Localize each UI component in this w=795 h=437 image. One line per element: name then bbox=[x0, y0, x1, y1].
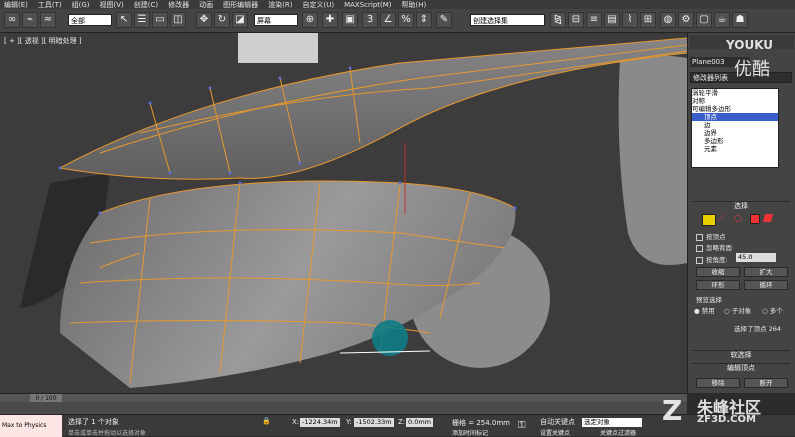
select-manipulate-icon[interactable]: ✚ bbox=[322, 12, 338, 28]
youku-watermark: YOUKU bbox=[726, 38, 774, 52]
selection-filter-dropdown[interactable]: 全部 bbox=[68, 14, 112, 26]
viewport-label[interactable]: [ + ][ 透视 ][ 明暗处理 ] bbox=[4, 36, 82, 46]
zf-logo-icon: Z bbox=[662, 394, 683, 427]
main-toolbar: ∞ ⌁ ≈ 全部 ↖ ☰ ▭ ◫ ✥ ↻ ◪ 屏幕 ⊕ ✚ ▣ 3 ∠ % ⇕ … bbox=[0, 9, 795, 33]
align-icon[interactable]: ⊟ bbox=[568, 12, 584, 28]
rect-selection-icon[interactable]: ▭ bbox=[152, 12, 168, 28]
stack-item-element[interactable]: 元素 bbox=[692, 145, 778, 153]
track-bar[interactable] bbox=[0, 402, 687, 414]
stack-item-polygon[interactable]: 多边形 bbox=[692, 137, 778, 145]
selection-cursor[interactable] bbox=[372, 320, 408, 356]
render-icon[interactable]: ☕ bbox=[714, 12, 730, 28]
selected-count-text: 选择了顶点 264 bbox=[734, 325, 781, 333]
shrink-button[interactable]: 收缩 bbox=[696, 267, 740, 277]
maxscript-listener[interactable]: Max to Physics bbox=[0, 415, 62, 437]
grow-button[interactable]: 扩大 bbox=[744, 267, 788, 277]
soft-selection-rollout-header[interactable]: 软选择 bbox=[692, 350, 790, 360]
youku-cn-watermark: 优酷 bbox=[734, 59, 770, 80]
layer-manager-icon[interactable]: ≡ bbox=[586, 12, 602, 28]
stack-item-vertex[interactable]: 顶点 bbox=[692, 113, 778, 121]
vertex-mode-icon[interactable] bbox=[702, 214, 716, 226]
percent-snap-icon[interactable]: % bbox=[398, 12, 414, 28]
stack-item-edge[interactable]: 边 bbox=[692, 121, 778, 129]
rotate-icon[interactable]: ↻ bbox=[214, 12, 230, 28]
unlink-icon[interactable]: ⌁ bbox=[22, 12, 38, 28]
autokey-button[interactable]: 自动关键点 bbox=[540, 417, 575, 427]
y-label: Y: bbox=[346, 418, 352, 426]
link-icon[interactable]: ∞ bbox=[4, 12, 20, 28]
reference-image bbox=[238, 33, 318, 63]
stack-item-editable-poly[interactable]: 可编辑多边形 bbox=[692, 105, 778, 113]
grid-size: 栅格 = 254.0mm bbox=[452, 419, 510, 427]
lock-icon[interactable]: 🔒 bbox=[262, 417, 271, 425]
x-label: X: bbox=[292, 418, 300, 426]
scale-icon[interactable]: ◪ bbox=[232, 12, 248, 28]
bind-spacewarp-icon[interactable]: ≈ bbox=[40, 12, 56, 28]
ignore-backface-checkbox[interactable]: 忽略背面 bbox=[696, 242, 732, 252]
stack-item-border[interactable]: 边界 bbox=[692, 129, 778, 137]
stack-item-turbosmooth[interactable]: 涡轮平滑 bbox=[692, 89, 778, 97]
perspective-viewport[interactable]: [ + ][ 透视 ][ 明暗处理 ] bbox=[0, 33, 687, 393]
break-button[interactable]: 断开 bbox=[744, 378, 788, 388]
selection-status: 选择了 1 个对象 bbox=[68, 418, 119, 426]
select-object-icon[interactable]: ↖ bbox=[116, 12, 132, 28]
edit-named-selection-icon[interactable]: ✎ bbox=[436, 12, 452, 28]
selection-rollout-header[interactable]: 选择 bbox=[692, 201, 790, 211]
select-by-name-icon[interactable]: ☰ bbox=[134, 12, 150, 28]
fender-mesh bbox=[618, 55, 687, 265]
community-url-watermark: ZF3D.COM bbox=[697, 414, 756, 425]
menu-maxscript[interactable]: MAXScript(M) bbox=[344, 1, 391, 9]
stack-item-symmetry[interactable]: 对称 bbox=[692, 97, 778, 105]
by-angle-checkbox[interactable]: 按角度: bbox=[696, 254, 728, 264]
modifier-stack[interactable]: 涡轮平滑 对称 可编辑多边形 顶点 边 边界 多边形 元素 bbox=[691, 88, 779, 168]
rendered-frame-icon[interactable]: ▢ bbox=[696, 12, 712, 28]
window-crossing-icon[interactable]: ◫ bbox=[170, 12, 186, 28]
border-mode-icon[interactable]: ○ bbox=[734, 214, 746, 224]
schematic-view-icon[interactable]: ⊞ bbox=[640, 12, 656, 28]
angle-value-field[interactable]: 45.0 bbox=[736, 253, 776, 262]
named-selection-dropdown[interactable]: 创建选择集 bbox=[470, 14, 545, 26]
ring-button[interactable]: 环形 bbox=[696, 280, 740, 290]
preview-subobject-radio[interactable]: ○ 子对象 bbox=[724, 305, 751, 315]
mirror-icon[interactable]: ⧎ bbox=[550, 12, 566, 28]
key-icon[interactable]: ⚿ bbox=[518, 420, 526, 431]
z-coord-field[interactable]: 0.0mm bbox=[406, 418, 434, 427]
keyboard-shortcut-icon[interactable]: ▣ bbox=[342, 12, 358, 28]
by-vertex-checkbox[interactable]: 按顶点 bbox=[696, 231, 726, 241]
key-filter-dropdown[interactable]: 选定对象 bbox=[582, 418, 642, 427]
preview-multiple-radio[interactable]: ○ 多个 bbox=[762, 305, 783, 315]
edit-vertices-rollout-header[interactable]: 编辑顶点 bbox=[692, 363, 790, 373]
preview-selection-label: 预览选择 bbox=[696, 296, 722, 304]
material-editor-icon[interactable]: ◍ bbox=[660, 12, 676, 28]
viewport-scene bbox=[0, 33, 687, 393]
element-mode-icon[interactable] bbox=[762, 214, 774, 222]
pivot-center-icon[interactable]: ⊕ bbox=[302, 12, 318, 28]
spinner-snap-icon[interactable]: ⇕ bbox=[416, 12, 432, 28]
x-coord-field[interactable]: -1224.34m bbox=[300, 418, 340, 427]
ribbon-icon[interactable]: ▤ bbox=[604, 12, 620, 28]
snap-3d-icon[interactable]: 3 bbox=[362, 12, 378, 28]
curve-editor-icon[interactable]: ⌇ bbox=[622, 12, 638, 28]
z-label: Z: bbox=[398, 418, 406, 426]
command-panel: Plane003 修改器列表 涡轮平滑 对称 可编辑多边形 顶点 边 边界 多边… bbox=[687, 33, 795, 393]
y-coord-field[interactable]: -1502.33m bbox=[354, 418, 394, 427]
loop-button[interactable]: 循环 bbox=[744, 280, 788, 290]
polygon-mode-icon[interactable] bbox=[750, 214, 760, 224]
remove-button[interactable]: 移除 bbox=[696, 378, 740, 388]
preview-disabled-radio[interactable]: ● 禁用 bbox=[694, 305, 715, 315]
render-production-icon[interactable]: ☗ bbox=[732, 12, 748, 28]
move-icon[interactable]: ✥ bbox=[196, 12, 212, 28]
render-setup-icon[interactable]: ⚙ bbox=[678, 12, 694, 28]
edge-mode-icon[interactable]: ⟋ bbox=[718, 214, 730, 224]
ref-coord-dropdown[interactable]: 屏幕 bbox=[254, 14, 298, 26]
menu-bar: 编辑(E) 工具(T) 组(G) 视图(V) 创建(C) 修改器 动画 图形编辑… bbox=[0, 0, 795, 9]
angle-snap-icon[interactable]: ∠ bbox=[380, 12, 396, 28]
